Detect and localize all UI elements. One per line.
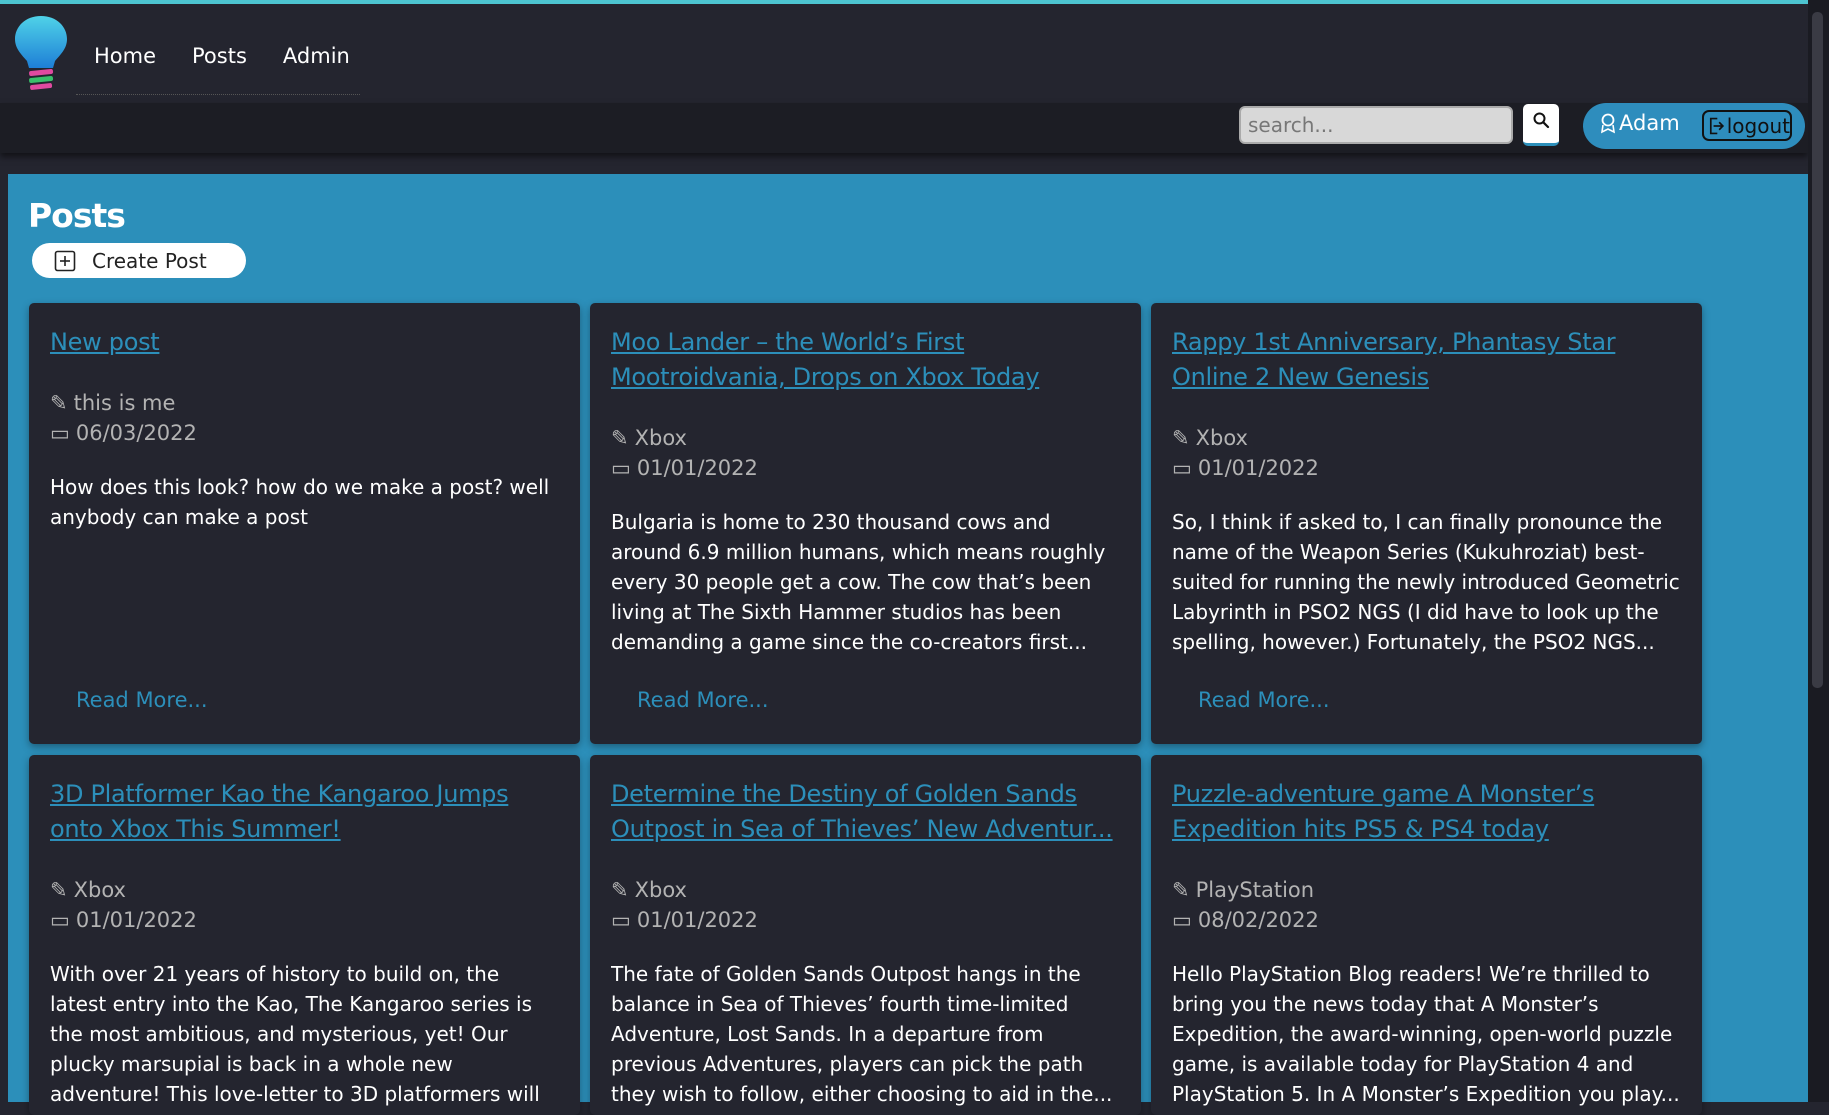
- post-excerpt: How does this look? how do we make a pos…: [50, 475, 550, 529]
- date-text: 01/01/2022: [75, 908, 197, 932]
- post-author: ✎ Xbox: [1172, 426, 1248, 450]
- pencil-icon: ✎: [50, 391, 68, 415]
- post-title-link[interactable]: Puzzle-adventure game A Monster’s Expedi…: [1172, 777, 1680, 847]
- post-card: Moo Lander – the World’s First Mootroidv…: [590, 303, 1141, 744]
- post-card: 3D Platformer Kao the Kangaroo Jumps ont…: [29, 755, 580, 1115]
- post-title-link[interactable]: Determine the Destiny of Golden Sands Ou…: [611, 777, 1119, 847]
- date-text: 06/03/2022: [75, 421, 197, 445]
- post-date: ▭ 08/02/2022: [1172, 908, 1319, 932]
- page-title: Posts: [28, 196, 126, 235]
- date-text: 01/01/2022: [636, 456, 758, 480]
- post-excerpt: With over 21 years of history to build o…: [50, 962, 540, 1106]
- post-author: ✎ PlayStation: [1172, 878, 1314, 902]
- post-title-link[interactable]: Rappy 1st Anniversary, Phantasy Star Onl…: [1172, 325, 1680, 395]
- nav-home[interactable]: Home: [94, 38, 156, 94]
- post-date: ▭ 01/01/2022: [611, 456, 758, 480]
- logout-icon: [1709, 117, 1725, 134]
- post-excerpt: Hello PlayStation Blog readers! We’re th…: [1172, 962, 1680, 1106]
- pencil-icon: ✎: [611, 878, 629, 902]
- post-title-link[interactable]: Moo Lander – the World’s First Mootroidv…: [611, 325, 1119, 395]
- post-title-link[interactable]: New post: [50, 325, 558, 360]
- logout-label: logout: [1726, 113, 1790, 138]
- calendar-icon: ▭: [1172, 908, 1192, 932]
- post-excerpt: The fate of Golden Sands Outpost hangs i…: [611, 962, 1113, 1106]
- pencil-icon: ✎: [1172, 878, 1190, 902]
- post-author: ✎ Xbox: [611, 426, 687, 450]
- author-name: Xbox: [73, 878, 126, 902]
- nav-admin[interactable]: Admin: [283, 38, 350, 94]
- read-more-link[interactable]: Read More...: [637, 688, 769, 712]
- search-input[interactable]: [1239, 106, 1513, 144]
- post-author: ✎ Xbox: [611, 878, 687, 902]
- date-text: 01/01/2022: [1197, 456, 1319, 480]
- post-title-link[interactable]: 3D Platformer Kao the Kangaroo Jumps ont…: [50, 777, 558, 847]
- posts-page: Posts Create Post New post ✎ this is me …: [8, 174, 1808, 1115]
- post-date: ▭ 01/01/2022: [1172, 456, 1319, 480]
- post-date: ▭ 01/01/2022: [611, 908, 758, 932]
- post-card: New post ✎ this is me ▭ 06/03/2022 How d…: [29, 303, 580, 744]
- author-name: Xbox: [634, 878, 687, 902]
- calendar-icon: ▭: [1172, 456, 1192, 480]
- search-icon: [1533, 112, 1550, 129]
- post-card: Puzzle-adventure game A Monster’s Expedi…: [1151, 755, 1702, 1115]
- author-name: Xbox: [1195, 426, 1248, 450]
- nav-posts[interactable]: Posts: [192, 38, 247, 94]
- calendar-icon: ▭: [50, 908, 70, 932]
- pencil-icon: ✎: [611, 426, 629, 450]
- user-icon: [1600, 113, 1616, 134]
- pencil-icon: ✎: [50, 878, 68, 902]
- plus-square-icon: [54, 250, 76, 271]
- create-post-label: Create Post: [92, 248, 207, 273]
- post-author: ✎ this is me: [50, 391, 175, 415]
- pencil-icon: ✎: [1172, 426, 1190, 450]
- user-menu: Adam logout: [1583, 103, 1805, 149]
- post-date: ▭ 06/03/2022: [50, 421, 197, 445]
- calendar-icon: ▭: [611, 456, 631, 480]
- main-nav: Home Posts Admin: [76, 38, 360, 95]
- user-name: Adam: [1619, 111, 1680, 135]
- author-name: this is me: [73, 391, 176, 415]
- calendar-icon: ▭: [611, 908, 631, 932]
- user-profile-link[interactable]: Adam: [1599, 111, 1680, 135]
- calendar-icon: ▭: [50, 421, 70, 445]
- post-excerpt: So, I think if asked to, I can finally p…: [1172, 510, 1680, 654]
- post-date: ▭ 01/01/2022: [50, 908, 197, 932]
- date-text: 08/02/2022: [1197, 908, 1319, 932]
- create-post-button[interactable]: Create Post: [32, 243, 246, 278]
- read-more-link[interactable]: Read More...: [1198, 688, 1330, 712]
- post-card: Determine the Destiny of Golden Sands Ou…: [590, 755, 1141, 1115]
- logout-button[interactable]: logout: [1702, 110, 1792, 141]
- read-more-link[interactable]: Read More...: [76, 688, 208, 712]
- post-excerpt: Bulgaria is home to 230 thousand cows an…: [611, 510, 1106, 654]
- post-card: Rappy 1st Anniversary, Phantasy Star Onl…: [1151, 303, 1702, 744]
- post-author: ✎ Xbox: [50, 878, 126, 902]
- author-name: PlayStation: [1195, 878, 1315, 902]
- author-name: Xbox: [634, 426, 687, 450]
- lightbulb-logo-icon[interactable]: [13, 14, 69, 92]
- search-button[interactable]: [1523, 104, 1559, 146]
- date-text: 01/01/2022: [636, 908, 758, 932]
- scrollbar-thumb[interactable]: [1812, 12, 1823, 688]
